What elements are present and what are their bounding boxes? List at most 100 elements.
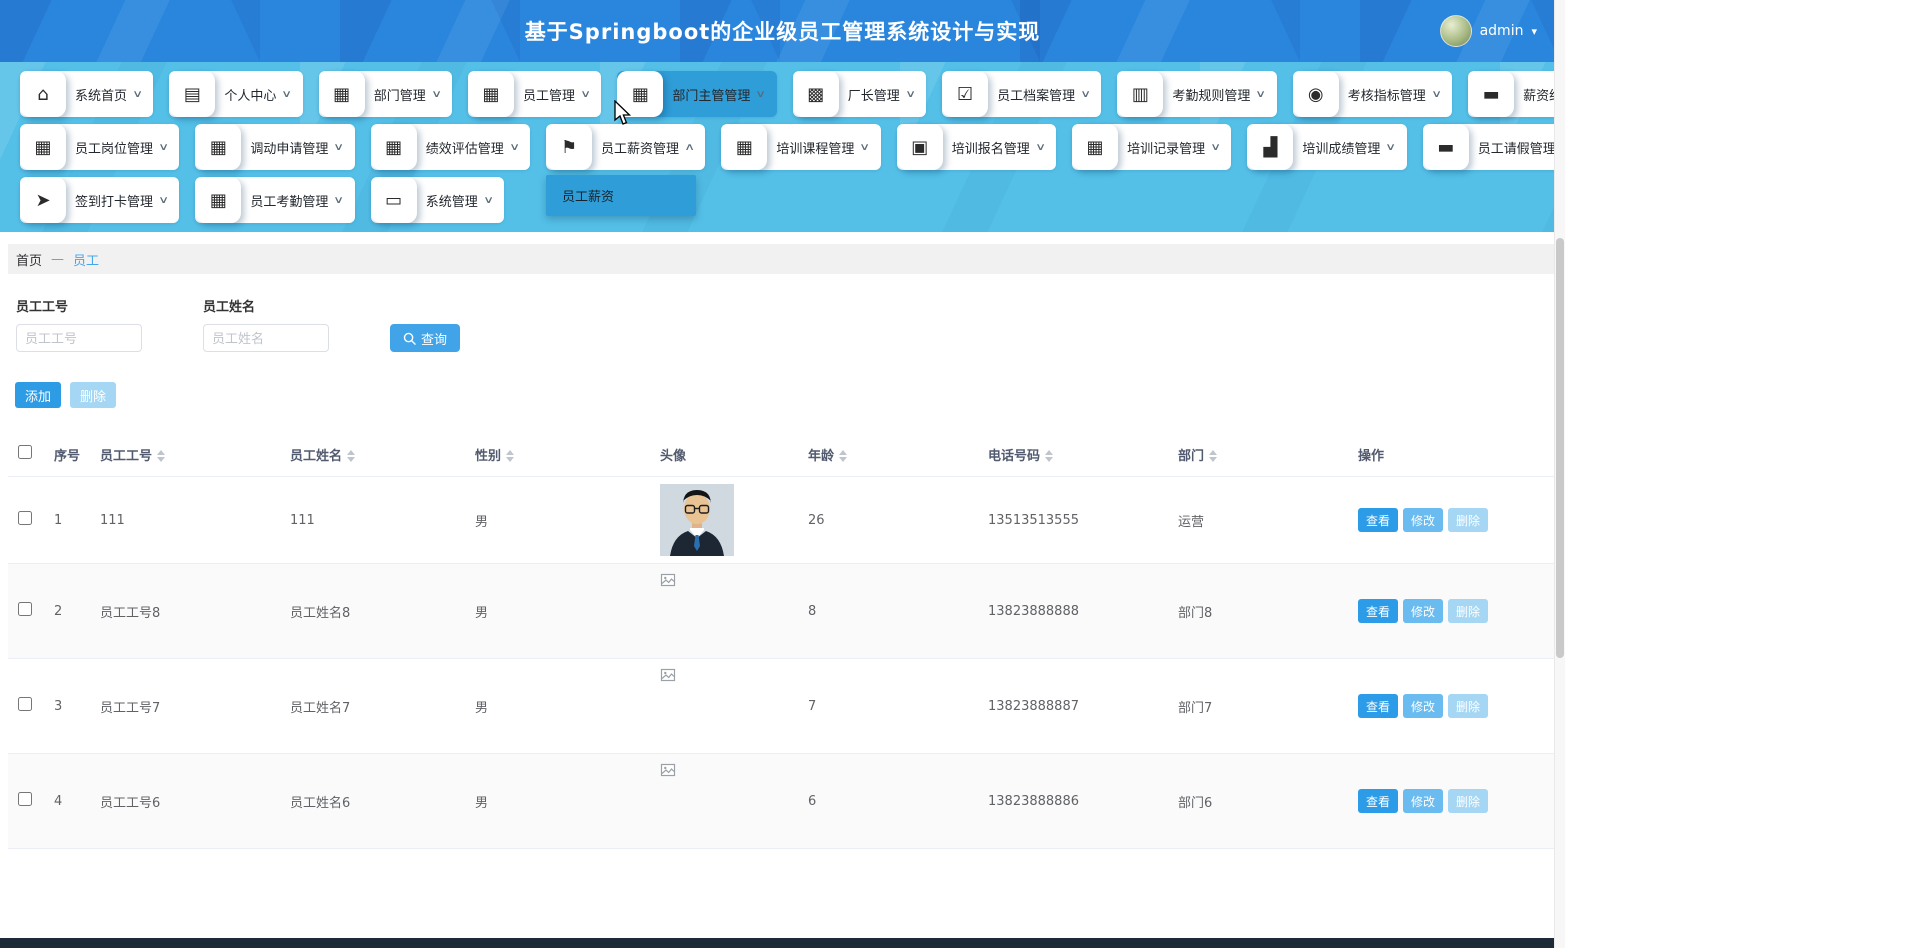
nav-item-部门管理[interactable]: ▦ 部门管理 ∨: [319, 71, 452, 117]
grid-icon: ▦: [20, 124, 66, 170]
nav-item-薪资结构管理[interactable]: ▬ 薪资结构管理 ∨: [1468, 71, 1565, 117]
chevron-down-icon: ∨: [1431, 89, 1442, 100]
row-checkbox[interactable]: [18, 697, 32, 711]
checklist-icon: ☑: [942, 71, 988, 117]
monitor-icon: ▭: [371, 177, 417, 223]
edit-button[interactable]: 修改: [1403, 508, 1443, 532]
nav-item-调动申请管理[interactable]: ▦ 调动申请管理 ∨: [195, 124, 354, 170]
column-header-性别: 性别: [465, 432, 650, 477]
chevron-up-icon: ∧: [684, 142, 695, 153]
view-button[interactable]: 查看: [1358, 508, 1398, 532]
filter-bar: 员工工号 员工姓名 查询: [0, 274, 1565, 352]
chevron-down-icon: ∨: [483, 195, 494, 206]
chevron-down-icon: ∨: [1256, 89, 1267, 100]
delete-row-button[interactable]: 删除: [1448, 694, 1488, 718]
delete-row-button[interactable]: 删除: [1448, 599, 1488, 623]
comment-icon: ▬: [1423, 124, 1469, 170]
nav-item-员工档案管理[interactable]: ☑ 员工档案管理 ∨: [942, 71, 1101, 117]
cell-avatar: [650, 564, 798, 659]
view-button[interactable]: 查看: [1358, 694, 1398, 718]
column-header-年龄: 年龄: [798, 432, 978, 477]
grid-icon: ▦: [617, 71, 663, 117]
nav-item-员工考勤管理[interactable]: ▦ 员工考勤管理 ∨: [195, 177, 354, 223]
search-icon: [403, 332, 416, 345]
sort-icon[interactable]: [347, 450, 355, 462]
notebook-icon: ▥: [1117, 71, 1163, 117]
edit-button[interactable]: 修改: [1403, 789, 1443, 813]
dropdown-item-员工薪资[interactable]: 员工薪资: [546, 175, 696, 216]
breadcrumb: 首页 — 员工: [8, 244, 1557, 274]
edit-button[interactable]: 修改: [1403, 599, 1443, 623]
chevron-down-icon: ∨: [580, 89, 591, 100]
edit-button[interactable]: 修改: [1403, 694, 1443, 718]
chevron-down-icon: ∨: [756, 89, 767, 100]
nav-item-考勤规则管理[interactable]: ▥ 考勤规则管理 ∨: [1117, 71, 1276, 117]
sort-icon[interactable]: [157, 450, 165, 462]
delete-row-button[interactable]: 删除: [1448, 508, 1488, 532]
chevron-down-icon: ∨: [158, 195, 169, 206]
nav-item-培训成绩管理[interactable]: ▟ 培训成绩管理 ∨: [1247, 124, 1406, 170]
column-header-操作: 操作: [1348, 432, 1557, 477]
broken-image-icon: [660, 572, 677, 589]
cell-phone: 13513513555: [978, 477, 1168, 564]
avatar: [1440, 15, 1472, 47]
cell-department: 部门8: [1168, 564, 1348, 659]
page-title: 基于Springboot的企业级员工管理系统设计与实现: [525, 16, 1041, 46]
employee-no-input[interactable]: [16, 324, 142, 352]
cell-index: 4: [44, 754, 90, 849]
search-button[interactable]: 查询: [390, 324, 460, 352]
view-button[interactable]: 查看: [1358, 789, 1398, 813]
row-checkbox[interactable]: [18, 792, 32, 806]
nav-item-员工薪资管理[interactable]: ⚑ 员工薪资管理 ∧ 员工薪资: [546, 124, 705, 170]
nav-item-员工请假管理[interactable]: ▬ 员工请假管理 ∨: [1423, 124, 1565, 170]
delete-row-button[interactable]: 删除: [1448, 789, 1488, 813]
nav-item-员工管理[interactable]: ▦ 员工管理 ∨: [468, 71, 601, 117]
sort-icon[interactable]: [839, 450, 847, 462]
cell-employee-no: 员工工号7: [90, 659, 280, 754]
cell-employee-name: 员工姓名6: [280, 754, 465, 849]
broken-image-icon: [660, 762, 677, 779]
delete-button[interactable]: 删除: [70, 382, 116, 408]
grid-icon: ▦: [468, 71, 514, 117]
employee-name-input[interactable]: [203, 324, 329, 352]
cell-department: 运营: [1168, 477, 1348, 564]
nav-item-签到打卡管理[interactable]: ➤ 签到打卡管理 ∨: [20, 177, 179, 223]
nav-item-系统管理[interactable]: ▭ 系统管理 ∨: [371, 177, 504, 223]
breadcrumb-current[interactable]: 员工: [73, 250, 99, 269]
cell-age: 8: [798, 564, 978, 659]
nav-item-绩效评估管理[interactable]: ▦ 绩效评估管理 ∨: [371, 124, 530, 170]
row-checkbox[interactable]: [18, 511, 32, 525]
lightbulb-icon: ◉: [1293, 71, 1339, 117]
table-row: 1 111 111 男 26 13513513555 运营 查看修改删除: [8, 477, 1557, 564]
select-all-checkbox[interactable]: [18, 445, 32, 459]
sort-icon[interactable]: [1209, 450, 1217, 462]
nav-item-部门主管管理[interactable]: ▦ 部门主管管理 ∨: [617, 71, 776, 117]
column-header-头像: 头像: [650, 432, 798, 477]
cell-actions: 查看修改删除: [1348, 659, 1557, 754]
cell-employee-name: 员工姓名8: [280, 564, 465, 659]
row-checkbox[interactable]: [18, 602, 32, 616]
nav-item-培训报名管理[interactable]: ▣ 培训报名管理 ∨: [897, 124, 1056, 170]
table-actions: 添加 删除: [15, 382, 1565, 408]
nav-item-培训记录管理[interactable]: ▦ 培训记录管理 ∨: [1072, 124, 1231, 170]
nav-item-培训课程管理[interactable]: ▦ 培训课程管理 ∨: [721, 124, 880, 170]
grid-icon: ▦: [195, 177, 241, 223]
cell-employee-no: 员工工号8: [90, 564, 280, 659]
sort-icon[interactable]: [506, 450, 514, 462]
nav-item-系统首页[interactable]: ⌂ 系统首页 ∨: [20, 71, 153, 117]
add-button[interactable]: 添加: [15, 382, 61, 408]
view-button[interactable]: 查看: [1358, 599, 1398, 623]
sort-icon[interactable]: [1045, 450, 1053, 462]
main-nav: ⌂ 系统首页 ∨ ▤ 个人中心 ∨ ▦ 部门管理 ∨ ▦ 员工管理 ∨ ▦ 部门…: [0, 62, 1565, 232]
nav-item-个人中心[interactable]: ▤ 个人中心 ∨: [169, 71, 302, 117]
footer-bar: [0, 938, 1565, 948]
nav-item-厂长管理[interactable]: ▩ 厂长管理 ∨: [793, 71, 926, 117]
nav-item-考核指标管理[interactable]: ◉ 考核指标管理 ∨: [1293, 71, 1452, 117]
cell-actions: 查看修改删除: [1348, 754, 1557, 849]
cell-avatar: [650, 754, 798, 849]
nav-item-员工岗位管理[interactable]: ▦ 员工岗位管理 ∨: [20, 124, 179, 170]
caret-down-icon: ▾: [1531, 25, 1537, 38]
scrollbar-thumb[interactable]: [1556, 238, 1564, 658]
column-header-员工姓名: 员工姓名: [280, 432, 465, 477]
user-menu[interactable]: admin ▾: [1440, 0, 1537, 62]
